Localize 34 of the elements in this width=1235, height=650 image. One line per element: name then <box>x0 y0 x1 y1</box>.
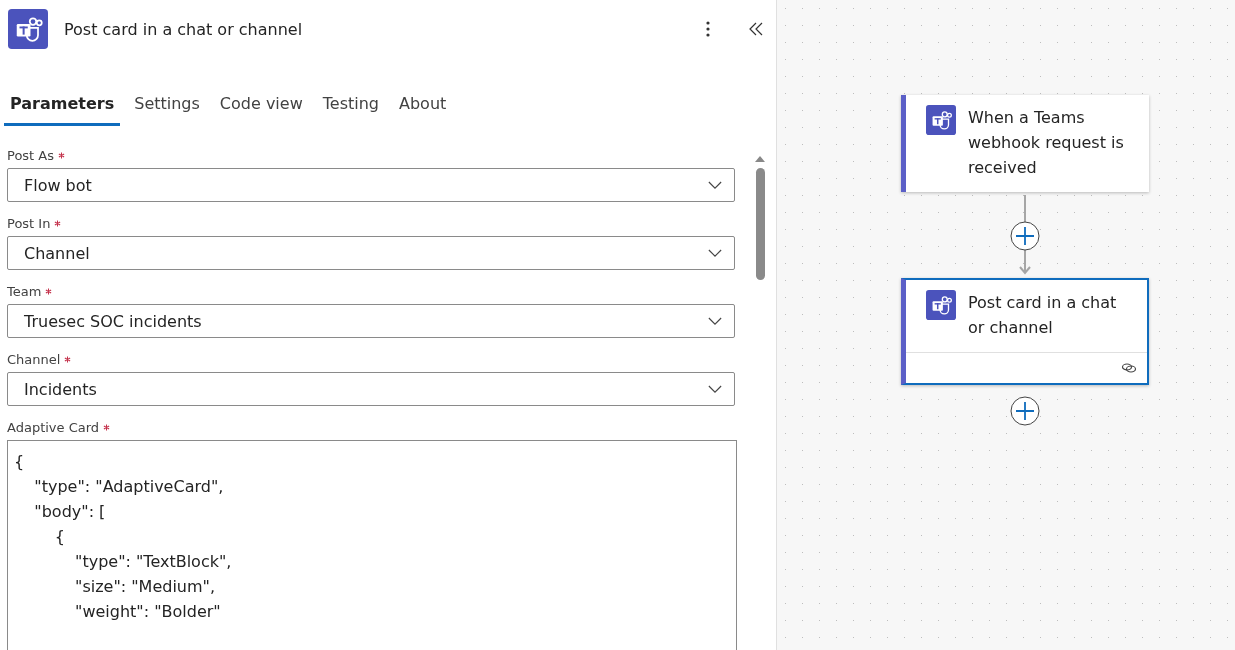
tab[interactable]: Testing <box>316 86 385 126</box>
dropdown[interactable]: Incidents <box>7 372 735 406</box>
field-label: Channel <box>7 352 61 367</box>
panel-title: Post card in a chat or channel <box>64 19 304 39</box>
scrollbar-thumb[interactable] <box>755 168 765 280</box>
chevron-down-icon <box>708 180 722 190</box>
add-step-icon[interactable] <box>1010 221 1040 251</box>
chevron-down-icon <box>708 316 722 326</box>
tab[interactable]: Code view <box>213 86 309 126</box>
dropdown[interactable]: Channel <box>7 236 735 270</box>
chevron-down-icon <box>708 248 722 258</box>
dropdown[interactable]: Truesec SOC incidents <box>7 304 735 338</box>
teams-icon <box>926 290 956 320</box>
field-label: Post As <box>7 148 54 163</box>
more-icon[interactable] <box>706 21 710 37</box>
add-step-icon[interactable] <box>1010 396 1040 426</box>
field-label: Post In <box>7 216 51 231</box>
teams-icon <box>8 9 48 49</box>
link-icon <box>1121 362 1137 374</box>
flow-step-card[interactable]: Post card in a chat or channel <box>901 278 1149 385</box>
tab[interactable]: Parameters <box>4 86 121 126</box>
step-title: Post card in a chat or channel <box>968 292 1118 339</box>
tab[interactable]: About <box>393 86 453 126</box>
field-label: Adaptive Card <box>7 420 100 435</box>
field-label: Team <box>7 284 42 299</box>
collapse-icon[interactable] <box>748 21 764 37</box>
flow-step-card[interactable]: When a Teams webhook request is received <box>901 95 1149 192</box>
teams-icon <box>926 105 956 135</box>
dropdown[interactable]: Flow bot <box>7 168 735 202</box>
code-editor[interactable]: { "type": "AdaptiveCard", "body": [ { "type": "TextBlock", "size": "Medium", "weight": "Bolder" <box>7 440 737 650</box>
scroll-up-icon[interactable] <box>755 156 765 162</box>
step-title: When a Teams webhook request is received <box>968 107 1125 179</box>
chevron-down-icon <box>708 384 722 394</box>
tab[interactable]: Settings <box>128 86 206 126</box>
